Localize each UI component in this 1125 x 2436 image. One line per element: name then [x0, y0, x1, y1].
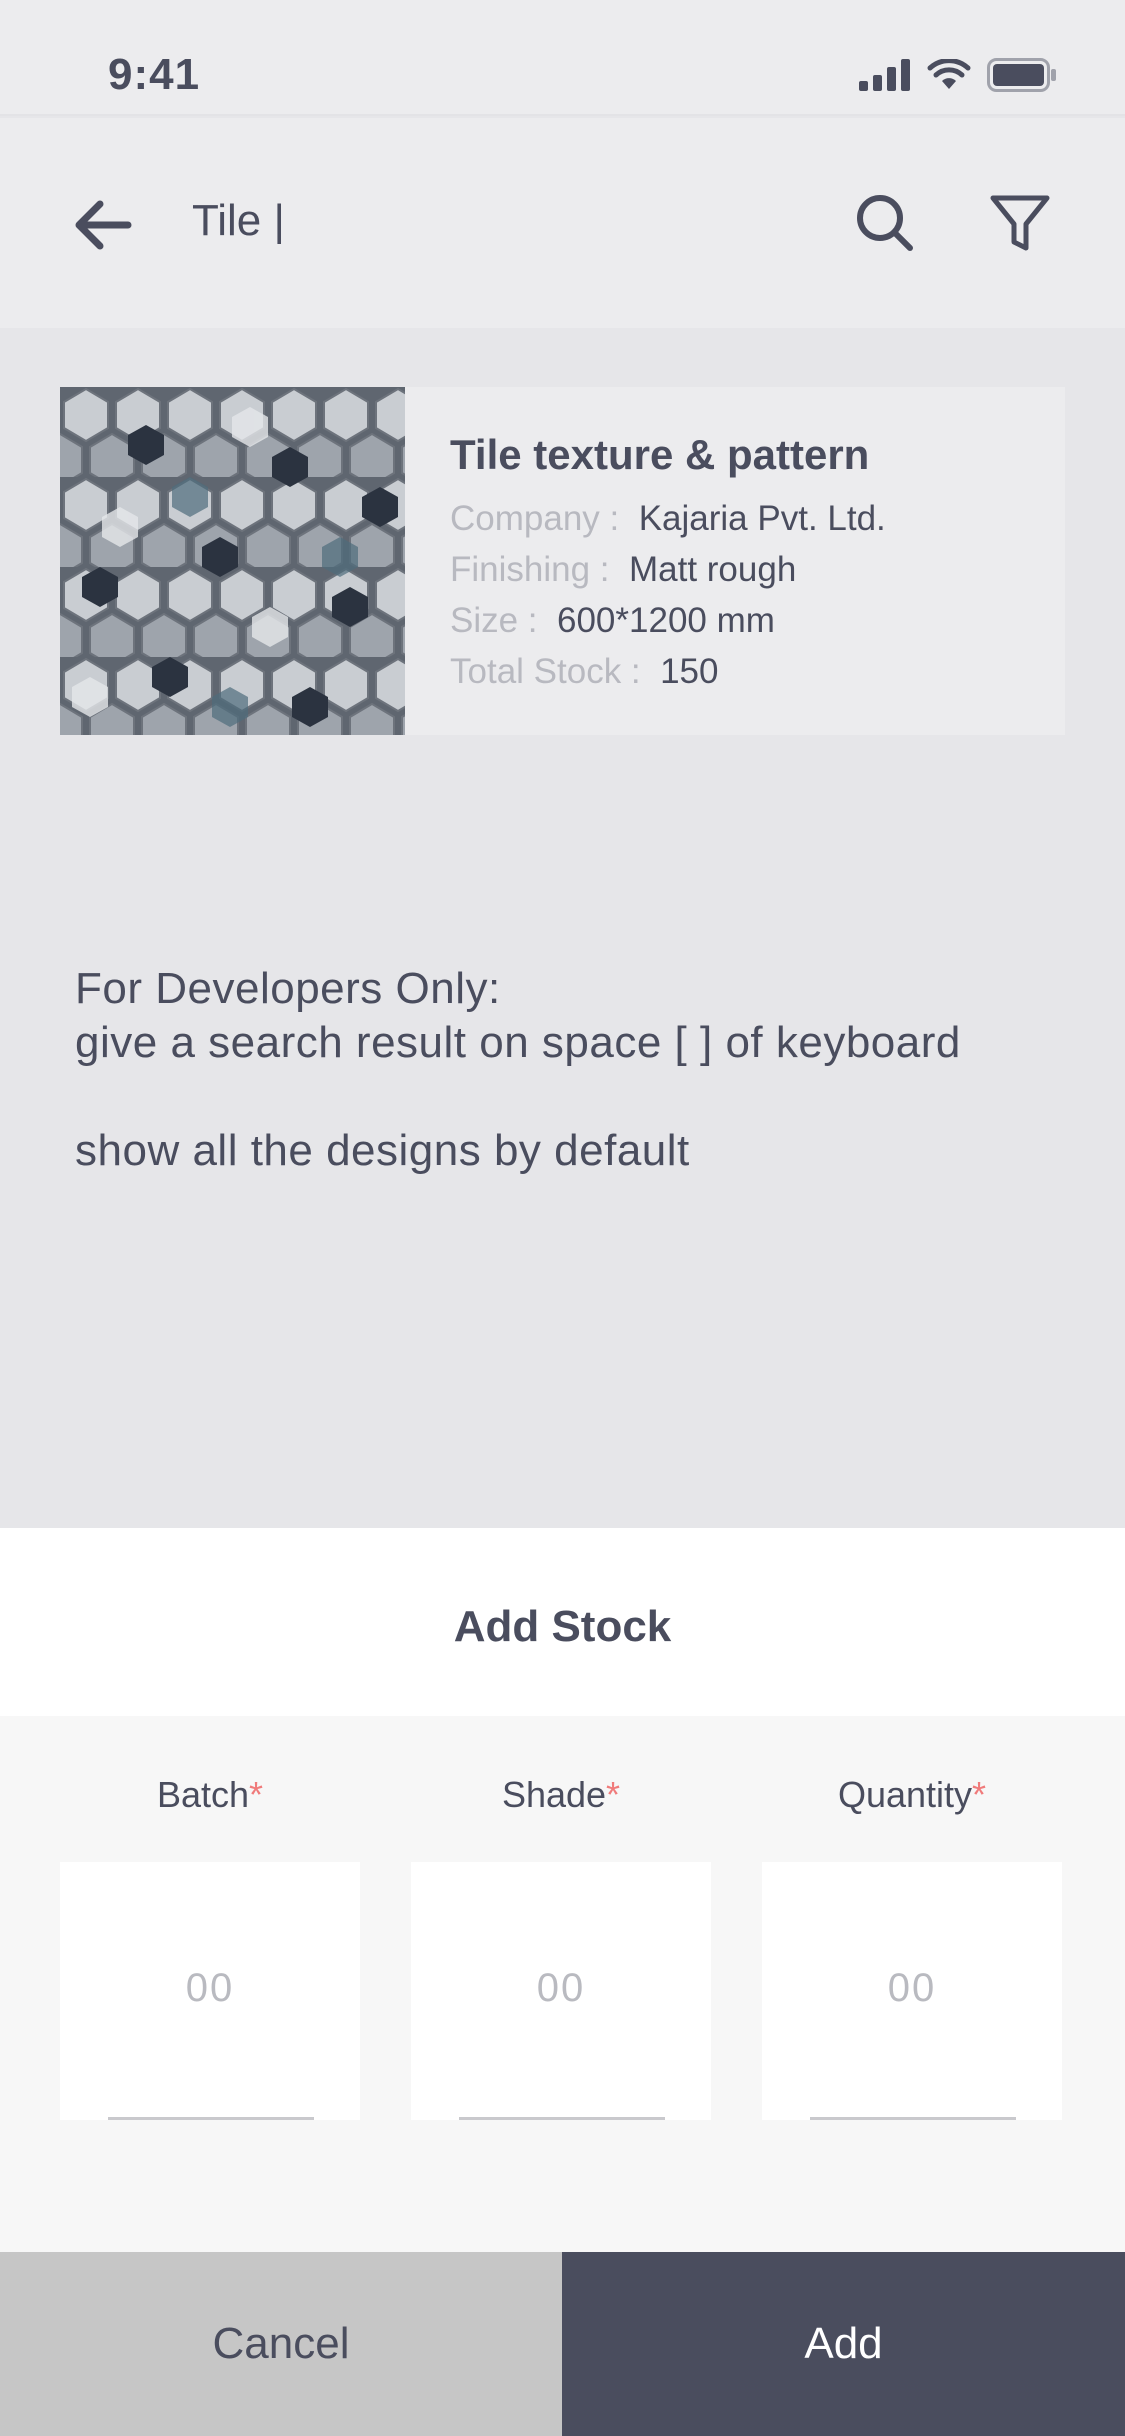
wifi-icon	[927, 59, 971, 89]
dev-note-line-3: show all the designs by default	[75, 1126, 690, 1175]
filter-button[interactable]	[985, 188, 1055, 258]
company-label: Company :	[450, 499, 620, 538]
quantity-input[interactable]: 00	[762, 1862, 1062, 2120]
finishing-value: Matt rough	[628, 550, 797, 589]
batch-field: Batch* 00	[60, 1774, 360, 2120]
shade-label-text: Shade	[501, 1774, 607, 1815]
search-input[interactable]: Tile |	[192, 196, 285, 246]
required-mark: *	[249, 1774, 264, 1815]
search-icon	[857, 195, 913, 251]
total-stock-label: Total Stock :	[450, 652, 641, 691]
filter-icon	[990, 195, 1050, 251]
company-value: Kajaria Pvt. Ltd.	[638, 499, 886, 538]
back-button[interactable]	[68, 190, 138, 260]
shade-value: 00	[536, 1966, 586, 2010]
developer-note: For Developers Only: give a search resul…	[75, 962, 1075, 1178]
quantity-field: Quantity* 00	[762, 1774, 1062, 2120]
product-details: Tile texture & pattern Company : Kajaria…	[450, 431, 1045, 697]
status-icons	[859, 58, 1057, 92]
product-image	[60, 387, 405, 735]
shade-underline	[459, 2117, 665, 2120]
required-mark: *	[972, 1774, 987, 1815]
product-title: Tile texture & pattern	[450, 431, 870, 478]
batch-label: Batch*	[60, 1774, 360, 1826]
sheet-header: Add Stock	[0, 1528, 1125, 1716]
search-button[interactable]	[850, 188, 920, 258]
add-button[interactable]: Add	[562, 2252, 1125, 2436]
search-header: Tile |	[0, 118, 1125, 328]
product-card[interactable]: Tile texture & pattern Company : Kajaria…	[60, 387, 1065, 735]
sheet-title: Add Stock	[453, 1602, 672, 1651]
total-stock-value: 150	[660, 652, 719, 691]
shade-input[interactable]: 00	[411, 1862, 711, 2120]
total-stock-row: Total Stock : 150	[450, 646, 1045, 697]
finishing-row: Finishing : Matt rough	[450, 544, 1045, 595]
shade-field: Shade* 00	[411, 1774, 711, 2120]
battery-icon	[987, 58, 1056, 92]
batch-label-text: Batch	[156, 1774, 250, 1815]
batch-value: 00	[185, 1966, 235, 2010]
back-arrow-icon	[75, 200, 132, 250]
size-value: 600*1200 mm	[557, 601, 775, 640]
cancel-button[interactable]: Cancel	[0, 2252, 562, 2436]
shade-label: Shade*	[411, 1774, 711, 1826]
company-row: Company : Kajaria Pvt. Ltd.	[450, 493, 1045, 544]
size-row: Size : 600*1200 mm	[450, 595, 1045, 646]
size-label: Size :	[450, 601, 538, 640]
required-mark: *	[606, 1774, 621, 1815]
quantity-label-text: Quantity	[837, 1774, 973, 1815]
batch-underline	[108, 2117, 314, 2120]
dev-note-line-2: give a search result on space [ ] of key…	[75, 1018, 961, 1067]
status-time: 9:41	[108, 50, 201, 99]
quantity-value: 00	[887, 1966, 937, 2010]
dev-note-line-1: For Developers Only:	[75, 964, 501, 1013]
quantity-underline	[810, 2117, 1016, 2120]
quantity-label: Quantity*	[762, 1774, 1062, 1826]
status-bar: 9:41	[0, 0, 1125, 116]
signal-icon	[859, 59, 910, 91]
batch-input[interactable]: 00	[60, 1862, 360, 2120]
finishing-label: Finishing :	[450, 550, 610, 589]
